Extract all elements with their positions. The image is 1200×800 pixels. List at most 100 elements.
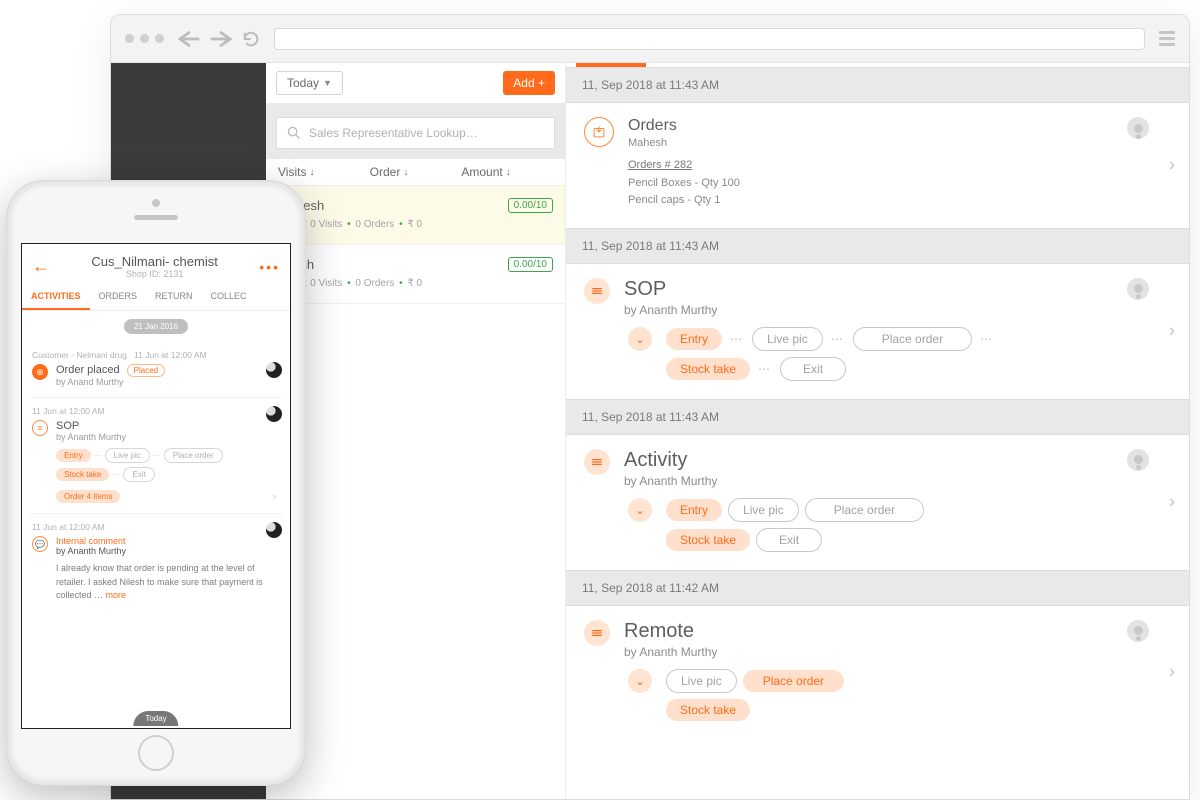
phone-card-order[interactable]: Customer - Nelmani drug 11 Jun at 12:00 … [30, 342, 282, 398]
expand-icon[interactable]: ⌄ [628, 498, 652, 522]
step-stocktake[interactable]: Stock take [666, 699, 750, 721]
sop-icon [584, 278, 610, 304]
activity-card-activity[interactable]: Activity by Ananth Murthy ⌄ Entry Live p… [566, 435, 1189, 570]
phone-subtitle: Shop ID: 2131 [50, 269, 259, 279]
reload-icon[interactable] [242, 30, 260, 48]
chevron-right-icon[interactable]: › [1169, 662, 1175, 683]
rep-item[interactable]: Satish Today: 0 Visits • 0 Orders • ₹ 0 … [266, 245, 565, 304]
phone-card-comment[interactable]: 11 Jun at 12:00 AM 💬 Internal comment by… [30, 514, 282, 613]
card-author: by Anand Murthy [56, 377, 165, 387]
comment-text: I already know that order is pending at … [56, 562, 280, 603]
card-author: by Ananth Murthy [56, 432, 126, 442]
expand-icon[interactable]: ⌄ [628, 669, 652, 693]
activity-card-sop[interactable]: SOP by Ananth Murthy ⌄ Entry⋯ Live pic⋯ … [566, 264, 1189, 399]
step-placeorder[interactable]: Place order [805, 498, 924, 522]
forward-icon[interactable] [210, 30, 232, 48]
chevron-right-icon[interactable]: › [1169, 321, 1175, 342]
col-visits[interactable]: Visits↓ [278, 165, 370, 179]
pill-exit[interactable]: Exit [123, 467, 154, 482]
step-livepic[interactable]: Live pic [666, 669, 737, 693]
timestamp-divider: 11, Sep 2018 at 11:42 AM [566, 570, 1189, 606]
reps-panel: Today ▼ Add + Sales Representative Looku… [266, 63, 566, 799]
expand-icon[interactable]: ⌄ [628, 327, 652, 351]
avatar-icon [1127, 620, 1149, 642]
window-controls[interactable] [125, 34, 164, 43]
card-author: by Ananth Murthy [56, 546, 126, 556]
step-exit[interactable]: Exit [756, 528, 822, 552]
search-icon [287, 126, 301, 140]
more-icon[interactable]: ••• [259, 259, 280, 275]
tab-activities[interactable]: ACTIVITIES [22, 283, 90, 310]
phone-header: ← Cus_Nilmani- chemist Shop ID: 2131 ••• [22, 244, 290, 283]
order-icon: ⊕ [32, 364, 48, 380]
phone-activity-list[interactable]: Customer - Nelmani drug 11 Jun at 12:00 … [22, 342, 290, 621]
step-placeorder[interactable]: Place order [853, 327, 972, 351]
activity-card-remote[interactable]: Remote by Ananth Murthy ⌄ Live pic Place… [566, 606, 1189, 739]
chevron-right-icon[interactable]: › [1169, 492, 1175, 513]
step-pills: ⌄ Entry⋯ Live pic⋯ Place order⋯ [628, 327, 1171, 351]
today-dropdown[interactable]: Today ▼ [276, 71, 343, 95]
step-pills-2: Stock take [628, 699, 1171, 721]
browser-toolbar [111, 15, 1189, 63]
timestamp-divider: 11, Sep 2018 at 11:43 AM [566, 399, 1189, 435]
reps-column-headers: Visits↓ Order↓ Amount↓ [266, 159, 565, 186]
activity-scroll[interactable]: 11, Sep 2018 at 11:43 AM Orders Mahesh O… [566, 67, 1189, 799]
step-exit[interactable]: Exit [780, 357, 846, 381]
activity-panel: 11, Sep 2018 at 11:43 AM Orders Mahesh O… [566, 63, 1189, 799]
phone-device: ← Cus_Nilmani- chemist Shop ID: 2131 •••… [6, 180, 306, 786]
phone-card-sop[interactable]: 11 Jun at 12:00 AM ≡ SOP by Ananth Murth… [30, 398, 282, 514]
comment-icon: 💬 [32, 536, 48, 552]
step-entry[interactable]: Entry [666, 328, 722, 350]
avatar-icon [266, 522, 282, 538]
add-button[interactable]: Add + [503, 71, 555, 95]
back-icon[interactable] [178, 30, 200, 48]
step-livepic[interactable]: Live pic [752, 327, 823, 351]
step-stocktake[interactable]: Stock take [666, 529, 750, 551]
col-amount[interactable]: Amount↓ [461, 165, 553, 179]
step-pills: ⌄ Entry Live pic Place order [628, 498, 1171, 522]
pill-order-items[interactable]: Order 4 items [56, 490, 120, 503]
order-details: Orders # 282 Pencil Boxes - Qty 100 Penc… [628, 157, 1171, 210]
avatar-icon [266, 406, 282, 422]
step-placeorder[interactable]: Place order [743, 670, 844, 692]
phone-home-button[interactable] [138, 735, 174, 771]
pill-placeorder[interactable]: Place order [164, 448, 223, 463]
step-pills-2: Stock take⋯ Exit [628, 357, 1171, 381]
more-link[interactable]: more [106, 590, 127, 600]
sop-icon: ≡ [32, 420, 48, 436]
status-badge: Placed [127, 364, 165, 377]
chevron-right-icon[interactable]: › [1169, 155, 1175, 176]
today-footer-chip[interactable]: Today [133, 711, 178, 726]
tab-return[interactable]: RETURN [146, 283, 202, 310]
back-arrow-icon[interactable]: ← [32, 256, 50, 277]
step-stocktake[interactable]: Stock take [666, 358, 750, 380]
phone-speaker [134, 215, 178, 220]
step-entry[interactable]: Entry [666, 499, 722, 521]
order-link[interactable]: Orders # 282 [628, 157, 1171, 175]
hamburger-icon[interactable] [1159, 31, 1175, 46]
activity-card-orders[interactable]: Orders Mahesh Orders # 282 Pencil Boxes … [566, 103, 1189, 228]
date-chip: 21 Jan 2016 [124, 319, 188, 334]
card-title: SOP [624, 278, 717, 301]
orders-icon [584, 117, 614, 147]
rep-item[interactable]: Mahesh Today: 0 Visits • 0 Orders • ₹ 0 … [266, 186, 565, 245]
avatar-icon [1127, 117, 1149, 139]
search-input[interactable]: Sales Representative Lookup… [276, 117, 555, 149]
url-bar[interactable] [274, 28, 1145, 50]
chevron-right-icon[interactable]: › [272, 491, 276, 503]
browser-nav [178, 30, 260, 48]
score-badge: 0.00/10 [508, 257, 553, 272]
pill-entry[interactable]: Entry [56, 449, 91, 462]
pill-stocktake[interactable]: Stock take [56, 468, 109, 481]
step-livepic[interactable]: Live pic [728, 498, 799, 522]
card-title: Orders [628, 117, 677, 135]
tab-orders[interactable]: ORDERS [90, 283, 147, 310]
pill-livepic[interactable]: Live pic [105, 448, 150, 463]
score-badge: 0.00/10 [508, 198, 553, 213]
card-title: Activity [624, 449, 717, 472]
col-order[interactable]: Order↓ [370, 165, 462, 179]
tab-collection[interactable]: COLLEC [202, 283, 256, 310]
today-label: Today [287, 76, 319, 90]
card-author: by Ananth Murthy [624, 474, 717, 488]
phone-screen: ← Cus_Nilmani- chemist Shop ID: 2131 •••… [21, 243, 291, 729]
